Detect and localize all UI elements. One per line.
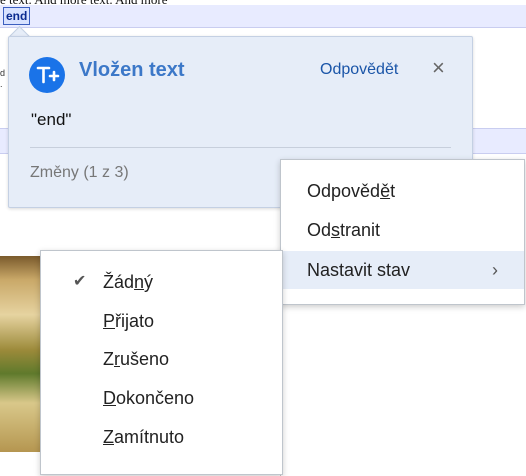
changed-text: "end": [31, 110, 72, 129]
tracked-change-highlight: [0, 5, 526, 28]
check-icon: ✔: [73, 273, 87, 290]
reply-link[interactable]: Odpovědět: [320, 61, 398, 79]
card-divider: [30, 147, 451, 148]
close-icon[interactable]: ×: [432, 55, 445, 81]
status-submenu: ✔ Žádný Přijato Zrušeno Dokončeno Zamítn…: [40, 250, 283, 475]
selected-inserted-text[interactable]: end: [3, 7, 31, 25]
menu-item-set-status[interactable]: Nastavit stav ›: [281, 251, 524, 289]
status-item-accepted[interactable]: Přijato: [41, 302, 282, 340]
status-item-completed[interactable]: Dokončeno: [41, 379, 282, 417]
changes-counter: Změny (1 z 3): [30, 164, 129, 181]
card-title: Vložen text: [79, 59, 185, 81]
change-context-menu: Odpovědět Odstranit Nastavit stav ›: [280, 159, 525, 305]
document-image: [0, 256, 44, 452]
menu-item-reply[interactable]: Odpovědět: [281, 172, 524, 210]
menu-item-delete[interactable]: Odstranit: [281, 211, 524, 249]
status-item-none[interactable]: ✔ Žádný: [41, 263, 282, 301]
status-item-rejected[interactable]: Zamítnuto: [41, 418, 282, 456]
document-frame: [280, 290, 526, 476]
status-item-cancelled[interactable]: Zrušeno: [41, 340, 282, 378]
chevron-right-icon: ›: [492, 260, 498, 280]
insert-text-icon: [29, 57, 65, 93]
